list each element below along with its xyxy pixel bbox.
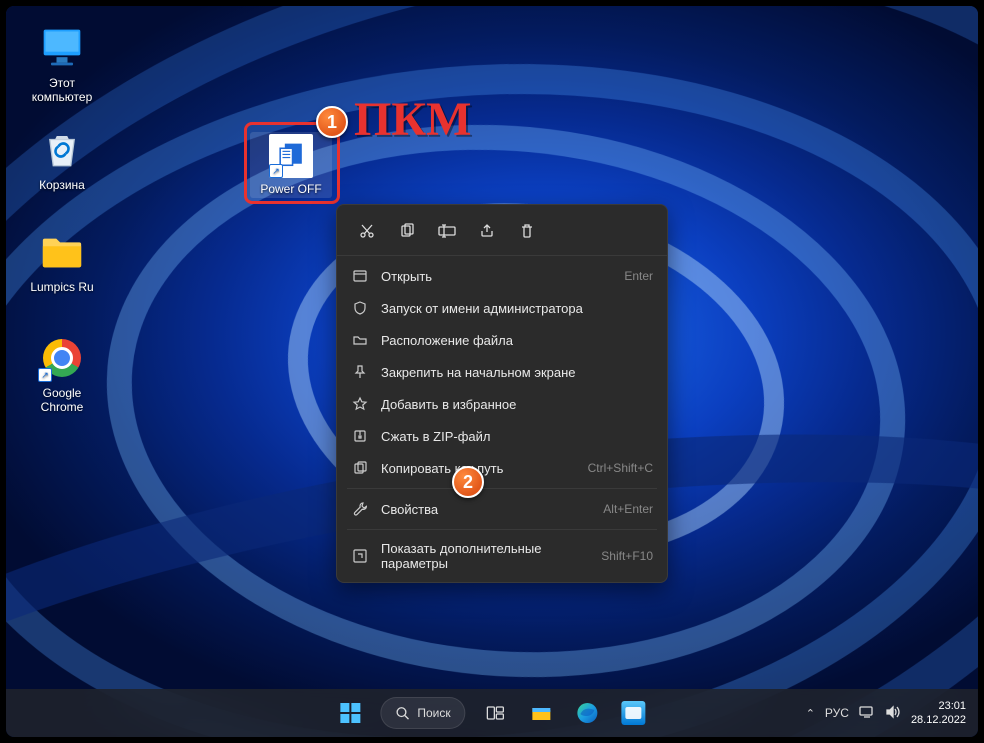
context-menu: Открыть Enter Запуск от имени администра… xyxy=(336,204,668,583)
desktop-icon-label: Google Chrome xyxy=(24,386,100,414)
menu-item-label: Добавить в избранное xyxy=(381,397,653,412)
folder-open-icon xyxy=(351,331,369,349)
expand-icon xyxy=(351,547,369,565)
taskbar-task-view[interactable] xyxy=(476,693,516,733)
menu-item-shortcut: Shift+F10 xyxy=(601,549,653,563)
wrench-icon xyxy=(351,500,369,518)
menu-separator xyxy=(347,529,657,530)
taskbar-right: ⌃ РУС 23:01 28.12.2022 xyxy=(806,689,970,737)
desktop-icon-recycle-bin[interactable]: Корзина xyxy=(24,126,100,192)
shortcut-icon: ↗ xyxy=(269,134,313,178)
desktop[interactable]: Этот компьютер Корзина Lumpics Ru ↗ Goog… xyxy=(6,6,978,737)
recycle-bin-icon xyxy=(38,126,86,174)
menu-separator xyxy=(347,488,657,489)
copy-path-icon xyxy=(351,459,369,477)
tray-chevron-icon[interactable]: ⌃ xyxy=(806,707,815,720)
desktop-icon-this-pc[interactable]: Этот компьютер xyxy=(24,24,100,104)
taskbar-explorer[interactable] xyxy=(522,693,562,733)
share-button[interactable] xyxy=(469,215,505,247)
network-icon[interactable] xyxy=(859,705,875,722)
annotation-text: ПКМ xyxy=(354,92,471,147)
desktop-icon-label: Корзина xyxy=(24,178,100,192)
desktop-icon-power-off[interactable]: ↗ Power OFF xyxy=(250,132,332,198)
rename-button[interactable] xyxy=(429,215,465,247)
star-icon xyxy=(351,395,369,413)
desktop-icon-lumpics-folder[interactable]: Lumpics Ru xyxy=(24,228,100,294)
zip-icon xyxy=(351,427,369,445)
system-tray[interactable]: ⌃ РУС xyxy=(806,705,901,722)
context-menu-top-row xyxy=(337,211,667,256)
annotation-badge-2: 2 xyxy=(452,466,484,498)
open-icon xyxy=(351,267,369,285)
pin-icon xyxy=(351,363,369,381)
taskbar-store[interactable] xyxy=(614,693,654,733)
desktop-icon-label: Этот компьютер xyxy=(24,76,100,104)
taskbar-center: Поиск xyxy=(330,693,653,733)
menu-item-compress-zip[interactable]: Сжать в ZIP-файл xyxy=(337,420,667,452)
copy-button[interactable] xyxy=(389,215,425,247)
desktop-icon-chrome[interactable]: ↗ Google Chrome xyxy=(24,334,100,414)
shortcut-arrow-icon: ↗ xyxy=(38,368,52,382)
menu-item-open[interactable]: Открыть Enter xyxy=(337,260,667,292)
menu-item-label: Свойства xyxy=(381,502,591,517)
menu-item-pin-start[interactable]: Закрепить на начальном экране xyxy=(337,356,667,388)
menu-item-shortcut: Ctrl+Shift+C xyxy=(588,461,653,475)
monitor-icon xyxy=(38,24,86,72)
desktop-icon-label: Lumpics Ru xyxy=(24,280,100,294)
shortcut-arrow-icon: ↗ xyxy=(269,164,283,178)
menu-item-label: Сжать в ZIP-файл xyxy=(381,429,653,444)
menu-item-properties[interactable]: Свойства Alt+Enter xyxy=(337,493,667,525)
search-placeholder: Поиск xyxy=(417,706,450,720)
menu-item-label: Закрепить на начальном экране xyxy=(381,365,653,380)
clock-date: 28.12.2022 xyxy=(911,713,966,727)
annotation-badge-1: 1 xyxy=(316,106,348,138)
taskbar-edge[interactable] xyxy=(568,693,608,733)
volume-icon[interactable] xyxy=(885,705,901,722)
menu-item-run-as-admin[interactable]: Запуск от имени администратора xyxy=(337,292,667,324)
menu-item-label: Показать дополнительные параметры xyxy=(381,541,589,571)
taskbar-clock[interactable]: 23:01 28.12.2022 xyxy=(911,699,970,727)
folder-icon xyxy=(38,228,86,276)
chrome-icon: ↗ xyxy=(38,334,86,382)
store-icon xyxy=(622,701,646,725)
menu-item-file-location[interactable]: Расположение файла xyxy=(337,324,667,356)
menu-item-label: Запуск от имени администратора xyxy=(381,301,653,316)
menu-item-add-favorite[interactable]: Добавить в избранное xyxy=(337,388,667,420)
menu-item-shortcut: Alt+Enter xyxy=(603,502,653,516)
taskbar[interactable]: Поиск ⌃ РУС 23:01 28.12.2022 xyxy=(6,689,978,737)
desktop-icon-label: Power OFF xyxy=(252,182,330,196)
menu-item-label: Расположение файла xyxy=(381,333,653,348)
taskbar-search[interactable]: Поиск xyxy=(380,697,465,729)
shield-icon xyxy=(351,299,369,317)
menu-item-copy-as-path[interactable]: Копировать как путь Ctrl+Shift+C xyxy=(337,452,667,484)
delete-button[interactable] xyxy=(509,215,545,247)
screen: Этот компьютер Корзина Lumpics Ru ↗ Goog… xyxy=(6,6,978,737)
clock-time: 23:01 xyxy=(911,699,966,713)
cut-button[interactable] xyxy=(349,215,385,247)
menu-item-show-more[interactable]: Показать дополнительные параметры Shift+… xyxy=(337,534,667,578)
tray-language[interactable]: РУС xyxy=(825,706,849,720)
search-icon xyxy=(395,706,409,720)
menu-item-shortcut: Enter xyxy=(624,269,653,283)
menu-item-label: Открыть xyxy=(381,269,612,284)
start-button[interactable] xyxy=(330,693,370,733)
